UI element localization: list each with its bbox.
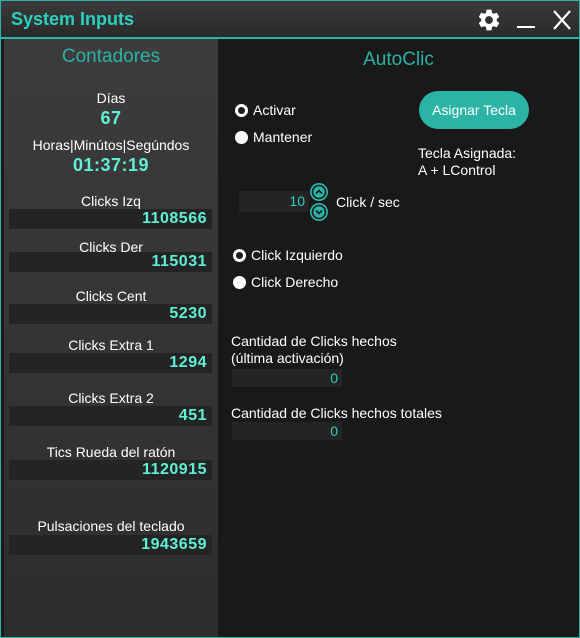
clicks-extra2-value: 451 [178,407,207,424]
chevron-down-icon [311,204,327,220]
app-window: System Inputs Contadores Días 67 Horas|M… [0,0,580,638]
last-count-field: 0 [232,369,342,387]
mode-hold-radio[interactable] [235,131,248,144]
days-label: Días [96,90,126,106]
clicks-extra1-value: 1294 [169,354,207,371]
total-count-field: 0 [232,422,342,440]
counters-title: Contadores [61,46,161,67]
total-count-label: Cantidad de Clicks hechos totales [231,405,442,421]
clicks-right-field: 115031 [9,252,212,272]
wheel-value: 1120915 [142,461,207,478]
rate-decrease-button[interactable] [310,203,328,221]
rate-unit-label: Click / sec [336,194,400,210]
clicks-left-label: Clicks Izq [81,193,141,209]
clicks-extra1-label: Clicks Extra 1 [68,337,154,353]
days-value: 67 [100,108,122,128]
settings-button[interactable] [476,7,502,33]
mode-hold-label[interactable]: Mantener [253,129,312,145]
time-value: 01:37:19 [72,155,150,175]
right-click-radio[interactable] [233,276,246,289]
mode-activate-label[interactable]: Activar [253,102,296,118]
rate-input[interactable]: 10 [239,191,309,212]
clicks-center-label: Clicks Cent [75,288,147,304]
minimize-button[interactable] [513,7,539,33]
keyboard-label: Pulsaciones del teclado [37,518,185,534]
chevron-up-icon [311,184,327,200]
autoclic-panel: AutoClic Activar Mantener Asignar Tecla … [218,39,579,637]
last-count-label: Cantidad de Clicks hechos [231,333,397,349]
minimize-icon [517,26,535,28]
gear-icon [478,9,500,31]
autoclic-title: AutoClic [363,49,434,70]
clicks-left-field: 1108566 [9,209,212,229]
assigned-key-value: A + LControl [418,162,496,178]
assigned-key-label: Tecla Asignada: [418,145,517,161]
wheel-field: 1120915 [9,460,212,480]
keyboard-value: 1943659 [141,536,207,553]
time-label: Horas|Minútos|Segúndos [32,137,190,153]
right-click-label[interactable]: Click Derecho [251,274,338,290]
last-count-sublabel: (última activación) [231,350,344,366]
clicks-center-field: 5230 [9,304,212,324]
left-click-radio[interactable] [233,249,246,262]
wheel-label: Tics Rueda del ratón [46,444,176,460]
keyboard-field: 1943659 [9,535,212,555]
window-title: System Inputs [11,9,135,29]
clicks-extra2-field: 451 [9,406,212,426]
rate-increase-button[interactable] [310,183,328,201]
close-icon [553,10,571,30]
mode-activate-radio[interactable] [235,104,248,117]
clicks-extra1-field: 1294 [9,353,212,373]
counters-panel: Contadores Días 67 Horas|Minútos|Segúndo… [4,39,218,637]
clicks-right-value: 115031 [151,253,207,270]
clicks-extra2-label: Clicks Extra 2 [68,390,154,406]
clicks-center-value: 5230 [169,305,207,322]
clicks-left-value: 1108566 [142,210,207,227]
title-bar[interactable]: System Inputs [1,1,579,39]
left-click-label[interactable]: Click Izquierdo [251,247,343,263]
close-button[interactable] [549,7,575,33]
assign-key-button[interactable]: Asignar Tecla [419,91,529,129]
